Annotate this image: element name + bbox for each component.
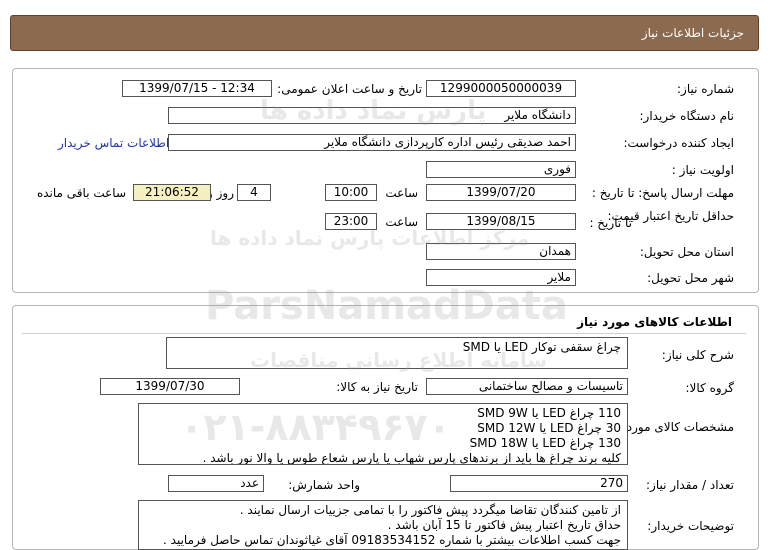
description-label: شرح کلی نیاز:: [661, 348, 734, 362]
province-field: همدان: [426, 243, 576, 260]
specs-field: 110 چراغ LED یا SMD 9W 30 چراغ LED یا SM…: [138, 403, 628, 465]
city-field: ملایر: [426, 269, 576, 286]
spec-line: 130 چراغ LED یا SMD 18W: [469, 436, 621, 450]
goods-section-divider: [22, 333, 746, 334]
unit-field: عدد: [168, 475, 264, 492]
province-label: استان محل تحویل:: [639, 245, 734, 259]
requester-field: احمد صدیقی رئیس اداره کارپردازی دانشگاه …: [168, 134, 576, 151]
validity-until-label: تا تاریخ :: [589, 216, 632, 230]
validity-date-field: 1399/08/15: [426, 213, 576, 230]
spec-line: 110 چراغ LED یا SMD 9W: [477, 406, 621, 420]
need-number-label: شماره نیاز:: [677, 82, 734, 96]
validity-time-field: 23:00: [325, 213, 377, 230]
announce-datetime-label: تاریخ و ساعت اعلان عمومی:: [277, 82, 422, 96]
deadline-time-label: ساعت: [385, 186, 418, 200]
group-field: تاسیسات و مصالح ساختمانی: [426, 378, 628, 395]
deadline-date-field: 1399/07/20: [426, 184, 576, 201]
remaining-days-label: روز و: [207, 186, 234, 200]
buyer-notes-label: توضیحات خریدار:: [647, 519, 734, 533]
priority-field: فوری: [426, 161, 576, 178]
remaining-days-field: 4: [237, 184, 271, 201]
spec-line: 30 چراغ LED یا SMD 12W: [477, 421, 621, 435]
need-info-panel: [12, 68, 759, 293]
note-line: جهت کسب اطلاعات بیشتر با شماره 091835341…: [163, 533, 621, 547]
priority-label: اولویت نیاز :: [671, 163, 734, 177]
need-date-label: تاریخ نیاز به کالا:: [336, 380, 418, 394]
page-title: جزئیات اطلاعات نیاز: [641, 26, 744, 40]
page-header: جزئیات اطلاعات نیاز: [10, 15, 759, 51]
remaining-time-label: ساعت باقی مانده: [36, 186, 126, 200]
buyer-org-field: دانشگاه ملایر: [168, 107, 576, 124]
buyer-org-label: نام دستگاه خریدار:: [639, 109, 735, 123]
quantity-field: 270: [450, 475, 628, 492]
announce-datetime-field: 1399/07/15 - 12:34: [122, 80, 272, 97]
deadline-time-field: 10:00: [325, 184, 377, 201]
group-label: گروه کالا:: [685, 381, 735, 395]
quantity-label: تعداد / مقدار نیاز:: [646, 478, 734, 492]
requester-label: ایجاد کننده درخواست:: [623, 136, 734, 150]
description-text: چراغ سقفی توکار LED یا SMD: [462, 340, 621, 354]
unit-label: واحد شمارش:: [288, 478, 360, 492]
description-field: چراغ سقفی توکار LED یا SMD: [166, 337, 628, 369]
note-line: از تامین کنندگان تقاضا میگردد پیش فاکتور…: [239, 503, 621, 517]
goods-section-title: اطلاعات کالاهای مورد نیاز: [577, 315, 732, 329]
note-line: حداق تاریخ اعتبار پیش فاکتور تا 15 آبان …: [387, 518, 621, 532]
buyer-notes-field: از تامین کنندگان تقاضا میگردد پیش فاکتور…: [138, 500, 628, 550]
remaining-time-field: 21:06:52: [133, 184, 211, 201]
need-date-field: 1399/07/30: [100, 378, 240, 395]
validity-time-label: ساعت: [385, 215, 418, 229]
need-number-field: 1299000050000039: [426, 80, 576, 97]
city-label: شهر محل تحویل:: [647, 271, 734, 285]
deadline-label: مهلت ارسال پاسخ: تا تاریخ :: [591, 186, 734, 200]
buyer-contact-link[interactable]: اطلاعات تماس خریدار: [58, 136, 169, 150]
spec-line: کلیه برند چراغ ها باید از برندهای پارس ش…: [202, 451, 621, 465]
